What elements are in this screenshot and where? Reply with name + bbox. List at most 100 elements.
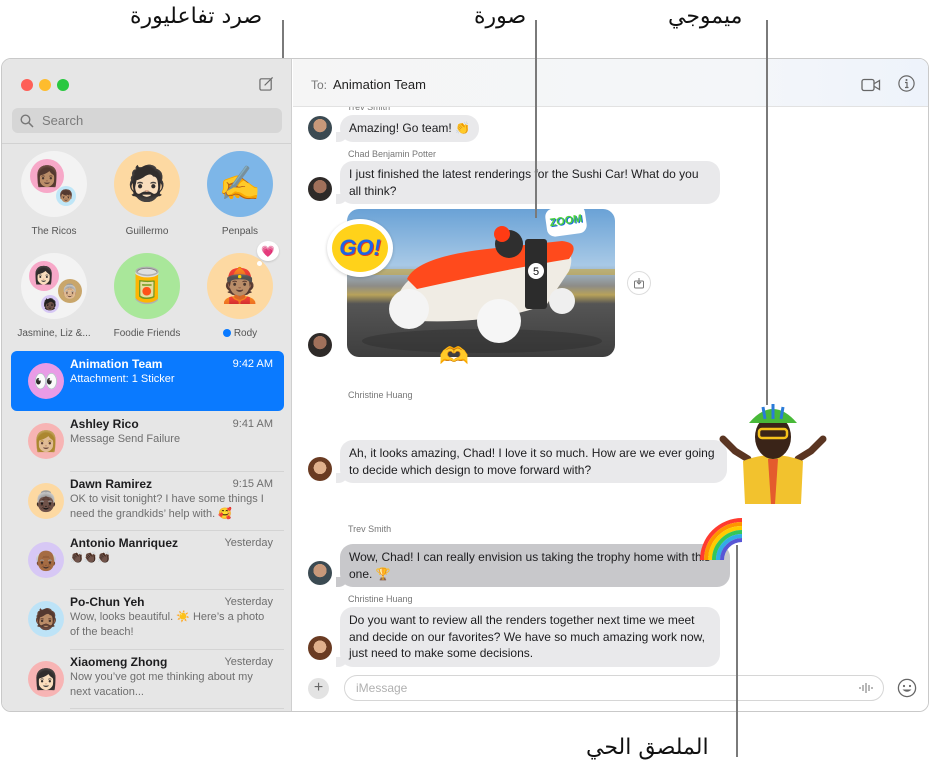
conversation-po-chun-yeh[interactable]: 🧔🏽 Po-Chun Yeh Yesterday Wow, looks beau…: [11, 589, 284, 649]
search-field[interactable]: [12, 108, 282, 133]
memoji-avatar-icon: 👩🏼: [28, 423, 64, 459]
add-attachment-button[interactable]: +: [308, 678, 329, 699]
avatar: ✍️: [207, 151, 273, 217]
conversation-time: Yesterday: [224, 656, 273, 668]
pinned-penpals[interactable]: ✍️ Penpals: [195, 151, 285, 237]
chat-header: To: Animation Team: [293, 59, 928, 107]
memoji-avatar-icon: 👴🏾: [28, 542, 64, 578]
info-icon[interactable]: [898, 75, 915, 92]
avatar: 👩🏽 👦🏽: [21, 151, 87, 217]
memoji-avatar-icon: 👩🏻: [28, 661, 64, 697]
conversation-preview: 👏🏿👏🏿👏🏿: [70, 552, 112, 564]
audio-waveform-icon[interactable]: [858, 682, 874, 694]
pinned-rody[interactable]: 👲🏽 💗 Rody: [195, 241, 285, 339]
canned-food-icon: 🥫: [125, 267, 169, 305]
search-icon: [20, 113, 34, 128]
pinned-foodie-friends[interactable]: 🥫 Foodie Friends: [102, 253, 192, 339]
conversation-name: Po-Chun Yeh: [70, 595, 145, 609]
callout-memoji: ميموجي: [668, 4, 743, 29]
conversation-name: Xiaomeng Zhong: [70, 655, 168, 669]
pin-label: Jasmine, Liz &...: [17, 328, 91, 339]
memoji-icon: 👩🏻: [29, 261, 59, 291]
avatar: 🥫: [114, 253, 180, 319]
memoji-green-beanie-icon: 👲🏽: [218, 267, 262, 305]
conversation-preview: Wow, looks beautiful. ☀️ Here’s a photo …: [70, 611, 265, 638]
chat-pane: To: Animation Team Trev Smith Amazing! G…: [293, 59, 928, 711]
message-input[interactable]: [344, 675, 884, 701]
message-sender: Christine Huang: [348, 390, 413, 400]
memoji-shrug-icon: [719, 404, 827, 504]
divider: [70, 708, 284, 709]
memoji-shrug-sticker[interactable]: [713, 399, 833, 504]
heart-hands-sticker[interactable]: 🫶: [439, 342, 469, 371]
conversation-name: Dawn Ramirez: [70, 477, 153, 491]
christine-avatar: [308, 457, 332, 481]
trev-smith-avatar: [308, 116, 332, 140]
pinned-jasmine-liz[interactable]: 👩🏻 👵🏼 🧑🏿 Jasmine, Liz &...: [9, 253, 99, 339]
pinned-guillermo[interactable]: 🧔🏻 Guillermo: [102, 151, 192, 237]
car-number: 5: [533, 266, 539, 278]
conversation-preview: Attachment: 1 Sticker: [70, 373, 175, 385]
message-bubble: Ah, it looks amazing, Chad! I love it so…: [336, 440, 727, 483]
recipient-field[interactable]: Animation Team: [333, 77, 426, 92]
callout-live-sticker: الملصق الحي: [586, 735, 709, 760]
message-input-bar: +: [293, 665, 928, 711]
memoji-avatar-icon: 👵🏿: [28, 483, 64, 519]
conversation-preview: Message Send Failure: [70, 433, 181, 445]
go-sticker[interactable]: GO!: [327, 219, 393, 277]
pin-label: The Ricos: [31, 226, 77, 237]
callout-photo: صورة: [474, 4, 527, 29]
messages-window: 👩🏽 👦🏽 The Ricos 🧔🏻 Guillermo ✍️ Penpals …: [1, 58, 929, 712]
download-icon: [634, 278, 644, 289]
zoom-sticker-text: ZOOM: [548, 212, 584, 230]
conversation-time: 9:41 AM: [232, 418, 273, 430]
conversation-preview: Now you’ve got me thinking about my next…: [70, 671, 253, 698]
christine-avatar: [308, 636, 332, 660]
callout-memoji-line: [766, 20, 768, 405]
conversation-xiaomeng-zhong[interactable]: 👩🏻 Xiaomeng Zhong Yesterday Now you’ve g…: [11, 649, 284, 709]
message-sender: Trev Smith: [348, 524, 392, 534]
conversation-preview: OK to visit tonight? I have some things …: [70, 493, 264, 520]
trev-smith-avatar: [308, 561, 332, 585]
compose-icon[interactable]: [259, 76, 274, 91]
pin-label-text: Rody: [233, 328, 258, 339]
video-call-icon[interactable]: [861, 78, 881, 92]
message-bubble: Amazing! Go team! 👏: [336, 115, 479, 142]
pinned-the-ricos[interactable]: 👩🏽 👦🏽 The Ricos: [9, 151, 99, 237]
chad-avatar: [308, 177, 332, 201]
pin-label: Guillermo: [125, 226, 169, 237]
pin-label: Penpals: [221, 226, 259, 237]
avatar: 👲🏽 💗: [207, 241, 279, 319]
conversation-name: Antonio Manriquez: [70, 536, 178, 550]
conversation-antonio-manriquez[interactable]: 👴🏾 Antonio Manriquez Yesterday 👏🏿👏🏿👏🏿: [11, 530, 284, 590]
zoom-sticker[interactable]: ZOOM: [544, 204, 588, 238]
memoji-icon: 👦🏽: [56, 186, 76, 206]
unread-dot: [222, 329, 231, 338]
avatar: 🧔🏻: [114, 151, 180, 217]
save-photo-button[interactable]: [627, 271, 651, 295]
conversation-dawn-ramirez[interactable]: 👵🏿 Dawn Ramirez 9:15 AM OK to visit toni…: [11, 471, 284, 531]
conversation-name: Animation Team: [70, 357, 163, 371]
eyes-avatar-icon: 👀: [28, 363, 64, 399]
writing-hand-icon: ✍️: [218, 165, 262, 203]
memoji-avatar-icon: 🧔🏽: [28, 601, 64, 637]
pin-label: Rody: [195, 328, 285, 339]
sidebar: 👩🏽 👦🏽 The Ricos 🧔🏻 Guillermo ✍️ Penpals …: [2, 59, 292, 711]
go-sticker-text: GO!: [332, 224, 388, 272]
close-button[interactable]: [21, 79, 33, 91]
memoji-bearded-man-icon: 🧔🏻: [125, 165, 169, 203]
zoom-button[interactable]: [57, 79, 69, 91]
conversation-animation-team[interactable]: 👀 Animation Team 9:42 AM Attachment: 1 S…: [11, 351, 284, 411]
message-bubble: I just finished the latest renderings fo…: [336, 161, 720, 204]
minimize-button[interactable]: [39, 79, 51, 91]
conversation-name: Ashley Rico: [70, 417, 139, 431]
pin-label: Foodie Friends: [113, 328, 181, 339]
search-input[interactable]: [42, 113, 262, 128]
message-sender: Chad Benjamin Potter: [348, 149, 437, 159]
message-sender: Christine Huang: [348, 594, 413, 604]
emoji-icon[interactable]: [897, 678, 917, 698]
avatar: 👩🏻 👵🏼 🧑🏿: [21, 253, 87, 319]
memoji-icon: 👵🏼: [58, 279, 82, 303]
conversation-ashley-rico[interactable]: 👩🏼 Ashley Rico 9:41 AM Message Send Fail…: [11, 411, 284, 471]
conversation-time: Yesterday: [224, 596, 273, 608]
